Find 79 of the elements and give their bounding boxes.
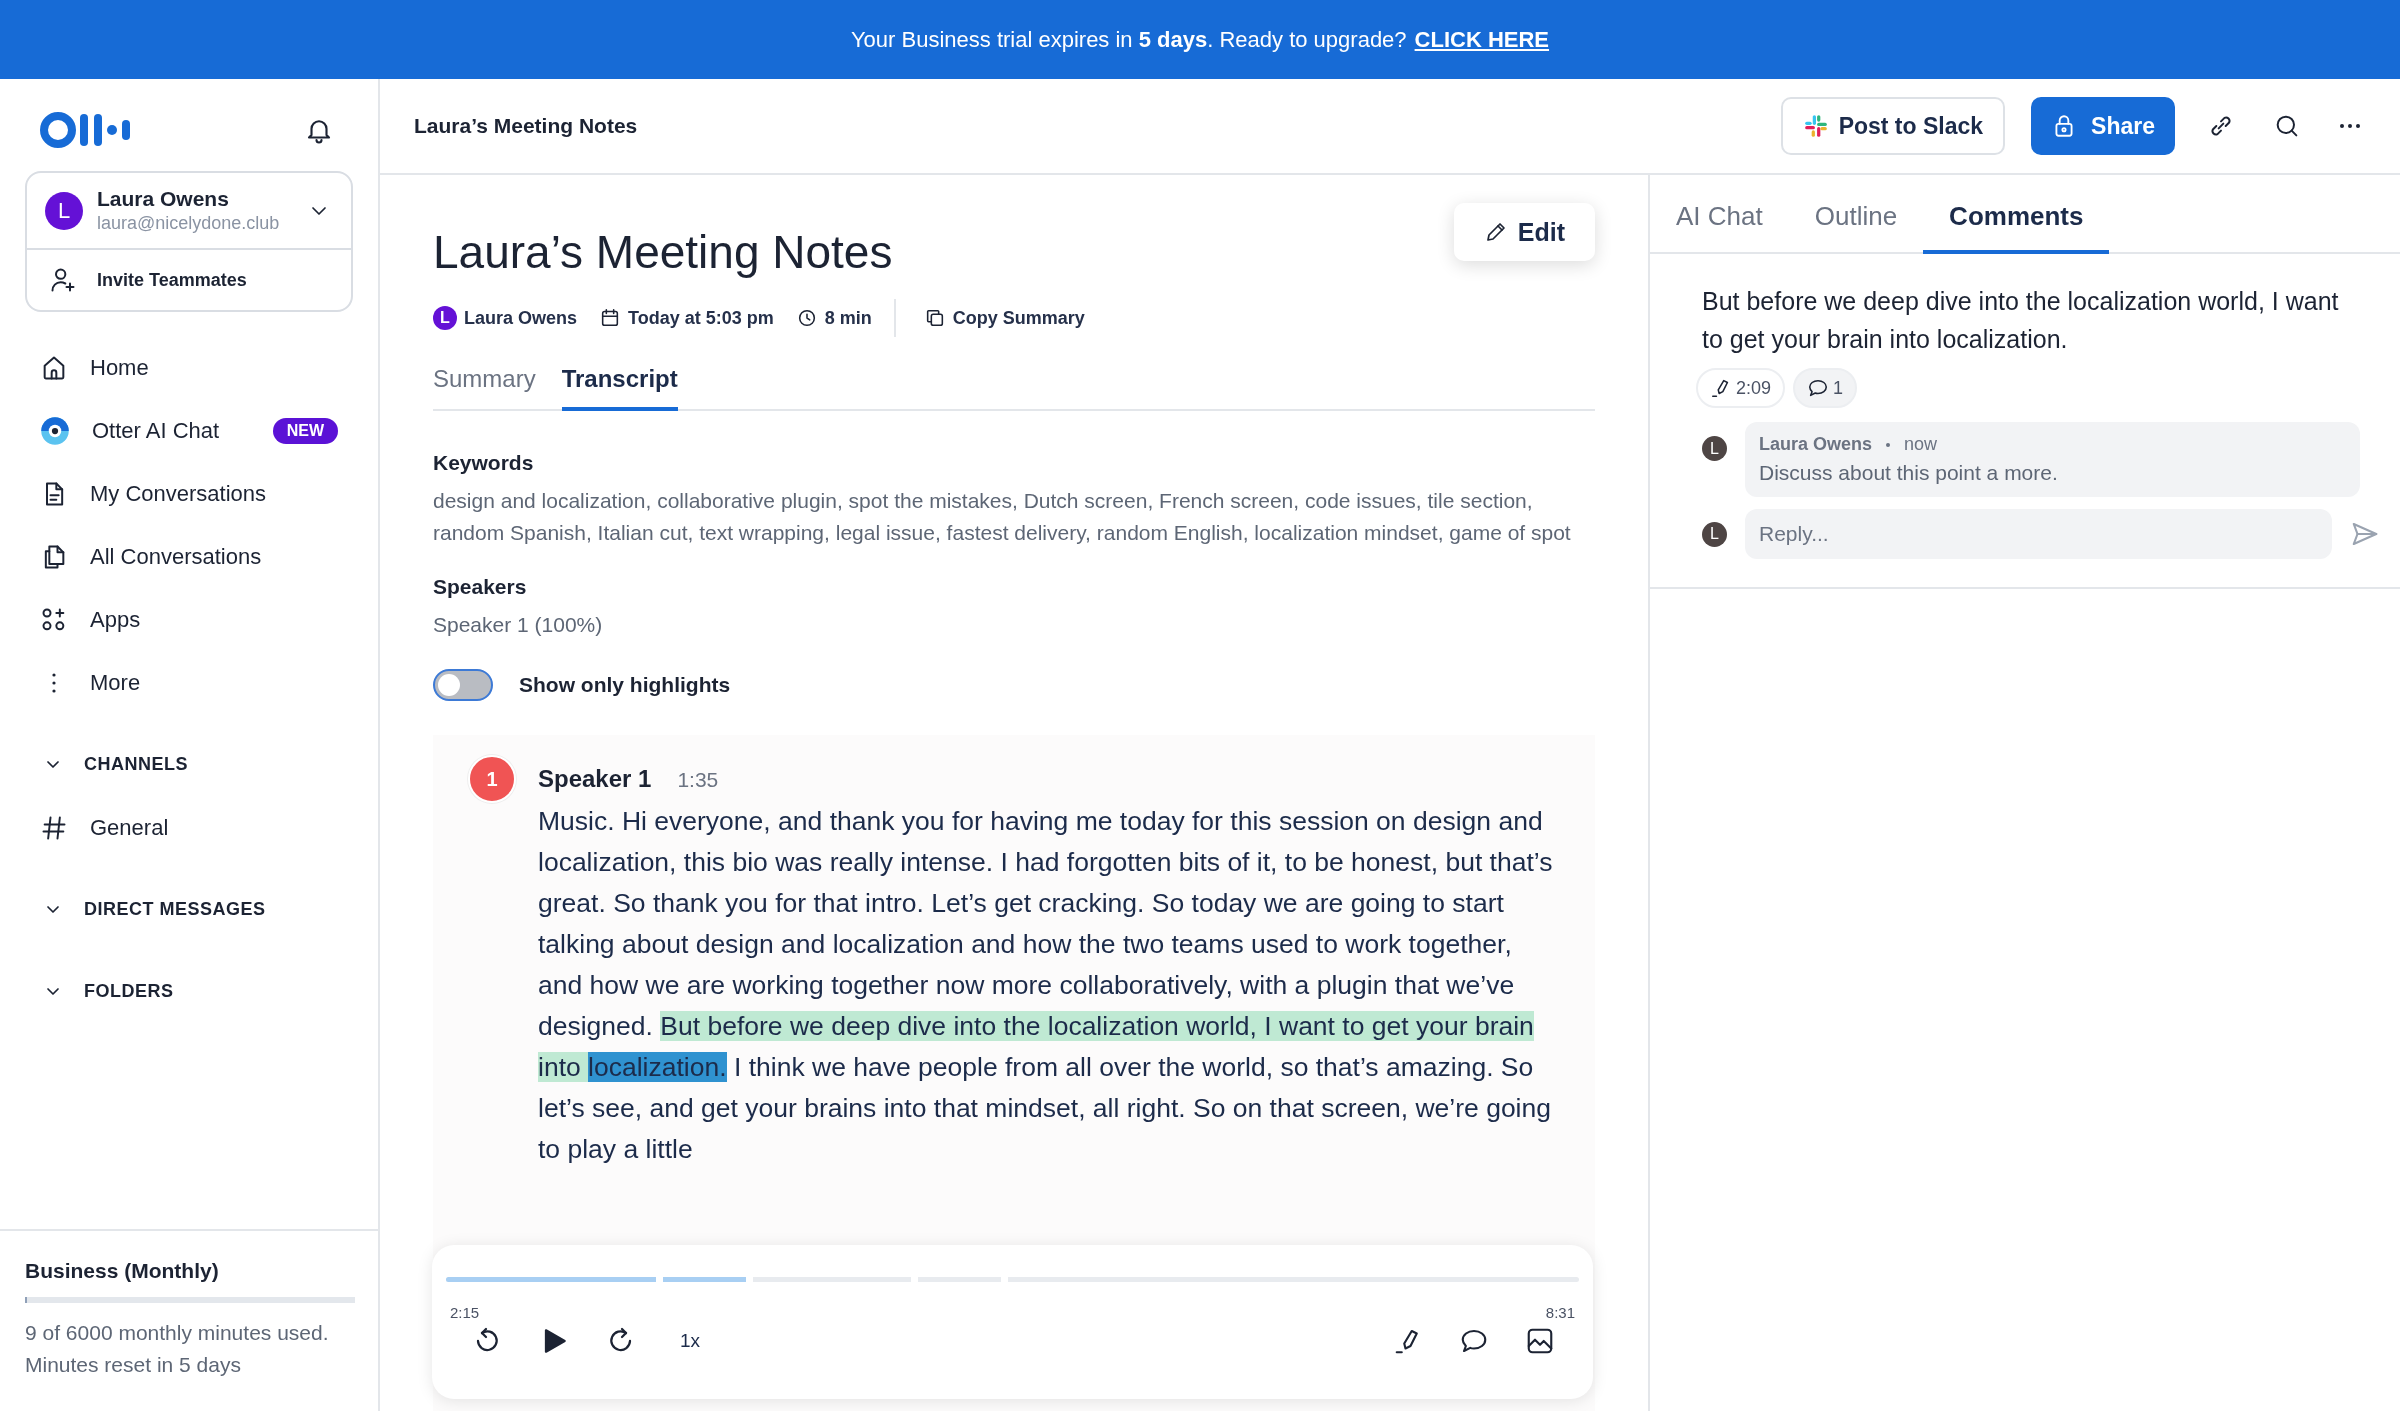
speaker-name: Speaker 1	[538, 765, 652, 793]
nav-label: All Conversations	[90, 543, 263, 570]
banner-text: Your Business trial expires in 5 days. Ready to upgrade?	[850, 26, 1407, 53]
keywords-heading: Keywords	[433, 451, 535, 475]
post-to-slack-button[interactable]: Post to Slack	[1780, 97, 2006, 155]
meeting-date: Today at 5:03 pm	[628, 307, 774, 329]
section-header[interactable]: FOLDERS	[20, 959, 358, 1023]
panel-tab[interactable]: Comments	[1923, 197, 2110, 254]
highlight-quote: But before we deep dive into the localization world, I want to get your brain into localization.	[1702, 286, 2340, 355]
edit-button[interactable]: Edit	[1453, 203, 1595, 261]
more-icon	[51, 671, 57, 694]
author-avatar: L	[433, 306, 457, 330]
more-icon	[2339, 123, 2361, 129]
add-user-icon	[49, 266, 77, 294]
highlights-toggle[interactable]	[433, 669, 493, 701]
section-title: FOLDERS	[84, 980, 174, 1002]
nav-item[interactable]: Home	[20, 336, 358, 399]
user-avatar: L	[45, 191, 83, 230]
plan-name: Business (Monthly)	[25, 1259, 220, 1283]
eye-icon	[40, 415, 70, 446]
speakers-heading: Speakers	[433, 575, 528, 599]
separator-dot	[1886, 442, 1891, 447]
user-email: laura@nicelydone.club	[97, 213, 281, 234]
image-button[interactable]	[1525, 1326, 1555, 1356]
nav-item[interactable]: Otter AI Chat NEW	[20, 399, 358, 462]
section-title: CHANNELS	[84, 753, 188, 775]
nav-item[interactable]: More	[20, 651, 358, 714]
reply-field[interactable]: Reply...	[1745, 509, 2332, 559]
keywords-text: design and localization, collaborative plugin, spot the mistakes, Dutch screen, French screen, code issues, tile section, random Spanish, Italian cut, text wrapping, legal issue, fastest delivery, random English, localization mindset, game of spot	[433, 488, 1572, 546]
new-badge: NEW	[272, 417, 338, 444]
section-header[interactable]: CHANNELS	[20, 732, 358, 796]
meeting-duration: 8 min	[824, 307, 872, 329]
nav-item[interactable]: All Conversations	[20, 525, 358, 588]
nav-label: My Conversations	[90, 480, 268, 507]
section-header[interactable]: DIRECT MESSAGES	[20, 877, 358, 941]
total-time: 8:31	[1545, 1304, 1575, 1321]
speakers-text: Speaker 1 (100%)	[433, 612, 604, 638]
transcript-text: Music. Hi everyone, and thank you for having me today for this session on design and localization, this bio was really intense. I had forgotten bits of it, to be honest, but that’s great. So thank you for that intro. Let’s get cracking. So today we are going to start talking about design and localization and how the two teams used to work together, and how we are working together now more collaboratively, with a plugin that we’ve designed. But before we deep dive into the localization world, I want to get your brain into localization. I think we have people from all over the world, so that’s amazing. So let’s see, and get your brains into that mindset, all right. So on that screen, we’re going to play a little	[538, 805, 1554, 1166]
section-title: DIRECT MESSAGES	[84, 898, 266, 920]
comment-time: now	[1904, 434, 1938, 455]
speaker-avatar: 1	[468, 755, 516, 803]
chevron-down-icon	[311, 205, 327, 216]
share-button[interactable]: Share	[2031, 97, 2175, 155]
speaker-timestamp: 1:35	[677, 768, 719, 792]
toggle-label: Show only highlights	[519, 673, 731, 697]
slack-icon	[1802, 113, 1829, 139]
highlight-time-chip[interactable]: 2:09	[1696, 368, 1786, 408]
user-avatar: L	[1702, 521, 1727, 547]
chevron-down-icon	[46, 904, 60, 914]
header-title: Laura’s Meeting Notes	[414, 114, 639, 138]
speed-button[interactable]: 1x	[674, 1329, 707, 1353]
nav-item[interactable]: Apps	[20, 588, 358, 651]
note-title: Laura’s Meeting Notes	[433, 225, 893, 279]
channel-item[interactable]: General	[20, 796, 358, 859]
user-name: Laura Owens	[97, 187, 230, 211]
chevron-down-icon	[46, 759, 60, 769]
copy-summary-button[interactable]: Copy Summary	[917, 301, 1091, 335]
comment-text: Discuss about this point a more.	[1759, 461, 2059, 485]
note-tab[interactable]: Transcript	[561, 361, 678, 411]
elapsed-time: 2:15	[450, 1304, 480, 1321]
nav-item[interactable]: My Conversations	[20, 462, 358, 525]
note-tab[interactable]: Summary	[433, 361, 536, 411]
usage-text: 9 of 6000 monthly minutes used. Minutes reset in 5 days	[25, 1320, 330, 1378]
channel-name: General	[90, 814, 170, 841]
nav-label: Home	[90, 354, 150, 381]
comment-count-chip[interactable]: 1	[1793, 368, 1858, 408]
speech-bubble-icon	[1807, 377, 1830, 399]
nav-label: More	[90, 669, 142, 696]
upgrade-link[interactable]: CLICK HERE	[1414, 26, 1550, 53]
panel-tab[interactable]: AI Chat	[1676, 197, 1763, 254]
nav-label: Apps	[90, 606, 142, 633]
nav-label: Otter AI Chat	[92, 417, 221, 444]
panel-tab[interactable]: Outline	[1814, 197, 1898, 254]
chevron-down-icon	[46, 986, 60, 996]
author-name: Laura Owens	[464, 307, 578, 329]
invite-teammates-button[interactable]: Invite Teammates	[27, 250, 351, 310]
comment-author: Laura Owens	[1759, 434, 1873, 455]
commenter-avatar: L	[1702, 436, 1727, 461]
image-icon	[1525, 1326, 1555, 1356]
